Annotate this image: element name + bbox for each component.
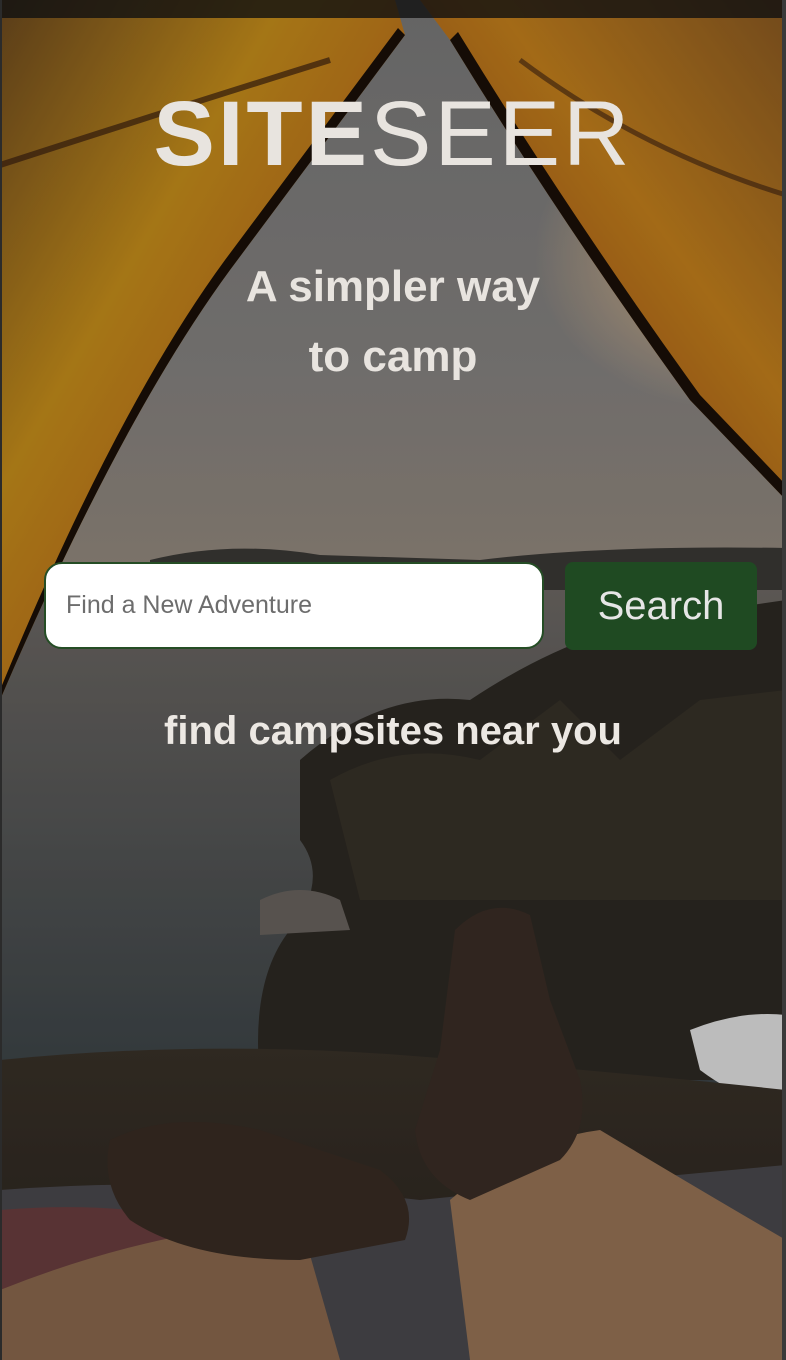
tagline-line-1: A simpler way bbox=[245, 262, 541, 311]
search-button[interactable]: Search bbox=[565, 562, 757, 650]
left-frame-edge bbox=[0, 0, 2, 1360]
logo-bold-part: SITE bbox=[153, 83, 370, 185]
landing-page: SITESEER A simpler way to camp Search fi… bbox=[0, 0, 786, 1360]
tagline-line-2: to camp bbox=[308, 332, 478, 381]
logo-light-part: SEER bbox=[369, 83, 633, 185]
right-frame-edge bbox=[782, 0, 786, 1360]
site-logo: SITESEER bbox=[0, 84, 786, 184]
hero-tagline: A simpler way to camp bbox=[0, 252, 786, 392]
hero-background-image bbox=[0, 0, 786, 1360]
search-input[interactable] bbox=[44, 562, 544, 649]
hero-subtext: find campsites near you bbox=[164, 709, 622, 753]
